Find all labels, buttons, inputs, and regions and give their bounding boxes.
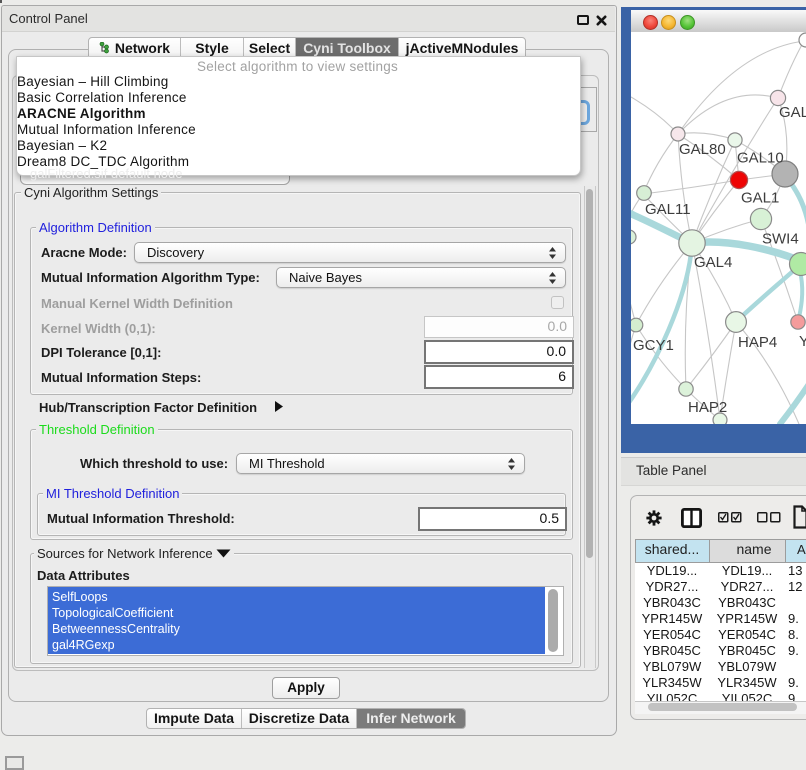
svg-text:GAL11: GAL11 — [645, 201, 691, 218]
svg-text:GAL10: GAL10 — [737, 150, 784, 167]
svg-text:SWI4: SWI4 — [762, 231, 799, 248]
svg-text:HAP2: HAP2 — [688, 399, 727, 416]
svg-text:GAL4: GAL4 — [694, 254, 732, 271]
svg-text:GAL80: GAL80 — [679, 141, 726, 158]
svg-text:GAL: GAL — [779, 104, 806, 121]
svg-text:GAL1: GAL1 — [741, 190, 779, 207]
svg-text:HAP4: HAP4 — [738, 334, 777, 351]
svg-text:Y: Y — [799, 333, 806, 350]
svg-text:GCY1: GCY1 — [633, 337, 674, 354]
